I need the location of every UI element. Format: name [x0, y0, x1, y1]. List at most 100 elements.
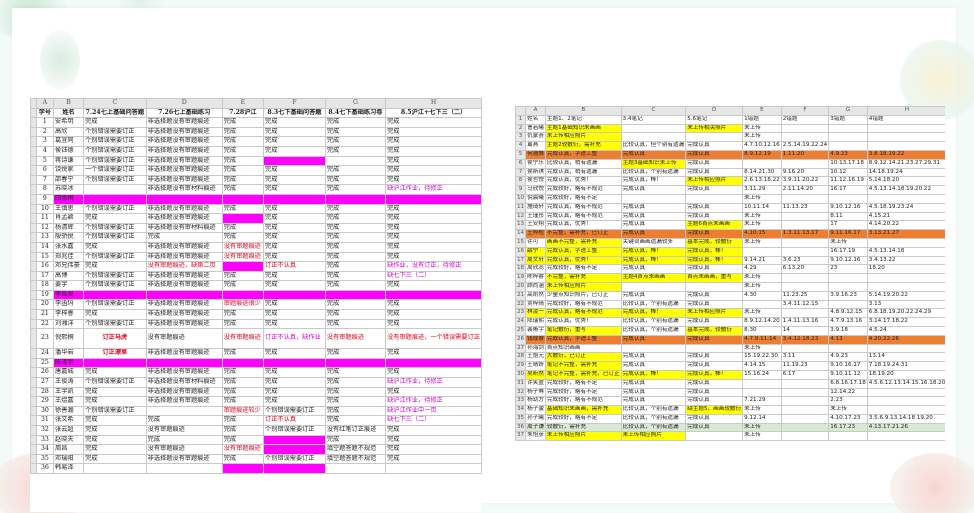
student-name-cell[interactable]: 周昌 — [53, 444, 85, 455]
row-number[interactable]: 20 — [515, 281, 527, 292]
grade-cell[interactable]: 完成 — [324, 299, 387, 311]
row-number[interactable]: 34 — [515, 405, 527, 415]
grade-cell[interactable]: 完成 — [385, 299, 482, 311]
note-cell[interactable]: 大敷衍，已订正 — [544, 352, 622, 363]
grade-cell[interactable]: 非选择题没有审题痕迹 — [145, 453, 223, 465]
note-cell[interactable]: 完成较好，略有不足 — [544, 387, 622, 398]
student-number-cell[interactable]: 36 — [35, 463, 55, 474]
note-cell[interactable]: 2.5.14.19.22.24 — [780, 141, 830, 151]
note-cell[interactable]: 完成认真 — [685, 299, 744, 310]
note-cell[interactable]: 9.10.11.12 — [828, 369, 868, 380]
grade-cell[interactable]: 完成 — [385, 318, 482, 330]
student-number-cell[interactable]: 28 — [35, 386, 55, 398]
row-number[interactable]: 12 — [515, 211, 527, 222]
note-cell[interactable] — [742, 158, 782, 169]
grade-cell[interactable]: 完成 — [324, 165, 387, 176]
grade-cell[interactable]: 订正不认真 — [263, 415, 326, 426]
note-cell[interactable] — [620, 193, 687, 204]
note-cell[interactable]: 11.13.23 — [780, 202, 830, 213]
grade-cell[interactable]: 填空题答题不规范 — [324, 453, 387, 465]
student-name-cell[interactable]: 钱成睿 — [525, 334, 546, 345]
grade-cell[interactable]: 非选择题没有审题痕迹 — [145, 299, 223, 311]
grade-cell[interactable]: 完成 — [324, 386, 387, 398]
column-header[interactable]: 姓名 — [525, 114, 546, 125]
note-cell[interactable]: 4.7.10.12.16 — [742, 141, 782, 151]
grade-cell[interactable]: 完成 — [83, 261, 147, 272]
grade-cell[interactable] — [263, 289, 326, 301]
student-name-cell[interactable]: 孙海剑 — [525, 343, 546, 354]
student-name-cell[interactable]: 周欣蕊 — [525, 264, 546, 275]
note-cell[interactable]: 8.14.21.30 — [742, 167, 782, 178]
note-cell[interactable]: 未上传 — [828, 405, 868, 415]
note-cell[interactable] — [620, 123, 687, 134]
student-name-cell[interactable]: 王煜嘉 — [53, 396, 85, 407]
column-header[interactable]: 3错题 — [828, 114, 868, 125]
grade-cell[interactable]: 完成 — [263, 126, 326, 138]
grade-cell[interactable]: 非选择题没有审题痕迹 — [145, 348, 223, 359]
column-header[interactable]: 2错题 — [780, 114, 830, 125]
note-cell[interactable]: 完成认真 — [620, 185, 687, 195]
note-cell[interactable]: 完成认真，略有不规范 — [544, 202, 622, 213]
grade-cell[interactable]: 完成 — [385, 165, 482, 176]
note-cell[interactable]: 完成认真 — [620, 352, 687, 363]
grade-cell[interactable]: 完成 — [221, 425, 265, 436]
student-number-cell[interactable]: 8 — [35, 184, 55, 195]
grade-cell[interactable]: 完成 — [221, 232, 265, 243]
note-cell[interactable]: 4.10.15 — [742, 229, 782, 239]
note-cell[interactable]: 主题6首点未画画 — [685, 220, 744, 231]
grade-cell[interactable]: 缺七下三（二） — [385, 415, 482, 426]
row-number[interactable]: 24 — [515, 317, 527, 327]
note-cell[interactable]: 完成认真 — [685, 334, 744, 345]
grade-cell[interactable]: 完成 — [263, 145, 326, 157]
note-cell[interactable] — [780, 308, 830, 319]
grade-cell[interactable]: 非选择题没有审题痕迹 — [145, 145, 223, 157]
grade-cell[interactable]: 完成 — [263, 367, 326, 379]
student-name-cell[interactable]: 邓兄伟豪 — [53, 261, 85, 272]
column-letter-b[interactable]: B — [53, 98, 85, 109]
grade-cell[interactable]: 完成 — [263, 213, 326, 224]
note-cell[interactable]: 未上传 — [742, 281, 782, 292]
student-name-cell[interactable]: 殷骄悦 — [53, 232, 85, 243]
grade-cell[interactable]: 完成 — [221, 184, 265, 195]
column-header[interactable]: 1错题 — [742, 114, 782, 125]
student-name-cell[interactable]: 裴晰宇 — [525, 325, 546, 336]
grade-cell[interactable]: 非选择题没有审题痕迹 — [145, 309, 223, 320]
grade-cell[interactable]: 完成 — [324, 145, 387, 157]
note-cell[interactable] — [866, 396, 945, 407]
grade-cell[interactable] — [145, 289, 223, 301]
student-name-cell[interactable]: 何德姝 — [525, 149, 546, 160]
grade-cell[interactable]: 完成 — [385, 367, 482, 379]
note-cell[interactable]: 笔记不完整，需补充 — [544, 361, 622, 371]
grade-cell[interactable]: 没有审题痕迹 — [221, 241, 265, 253]
column-letter-d[interactable]: D — [145, 98, 223, 109]
note-cell[interactable]: 8.11 — [828, 211, 868, 222]
grade-cell[interactable]: 完成 — [385, 280, 482, 291]
note-cell[interactable]: 完成认真，棒！ — [620, 255, 687, 266]
note-cell[interactable]: 首点未画画，重写 — [685, 273, 744, 283]
row-number[interactable]: 10 — [515, 193, 527, 204]
grade-cell[interactable]: 非选择题没有审题痕迹 — [145, 126, 223, 138]
row-number[interactable]: 15 — [515, 237, 527, 248]
student-name-cell[interactable]: 潘华岩 — [53, 348, 85, 359]
row-number[interactable]: 37 — [515, 431, 527, 442]
grade-cell[interactable]: 个别错误需要订正 — [83, 222, 147, 234]
note-cell[interactable]: 完成认真 — [685, 158, 744, 169]
student-number-cell[interactable]: 15 — [35, 251, 55, 263]
grade-cell[interactable]: 缺沪江作业，待修正 — [385, 396, 482, 407]
column-header[interactable]: 7.24七上基础问答题 — [83, 107, 147, 119]
column-header[interactable]: 学号 — [35, 107, 55, 119]
grade-cell[interactable]: 完成 — [263, 396, 326, 407]
column-header[interactable]: 8.3七下基础问答题 — [263, 107, 326, 119]
grade-cell[interactable] — [324, 463, 387, 474]
grade-cell[interactable]: 完成 — [221, 155, 265, 167]
grade-cell[interactable] — [324, 357, 387, 369]
grade-cell[interactable]: 完成 — [385, 117, 482, 128]
grade-cell[interactable]: 个别错误需要订正 — [83, 405, 147, 417]
note-cell[interactable]: 较敷衍，需补充 — [544, 422, 622, 433]
student-number-cell[interactable]: 25 — [35, 357, 55, 369]
note-cell[interactable]: 完成认真，棒！ — [685, 246, 744, 257]
grade-cell[interactable]: 订正马虎 — [83, 328, 147, 350]
student-name-cell[interactable]: 杨子骞 — [525, 387, 546, 398]
grade-cell[interactable]: 完成 — [83, 241, 147, 253]
grade-cell[interactable] — [385, 463, 482, 474]
